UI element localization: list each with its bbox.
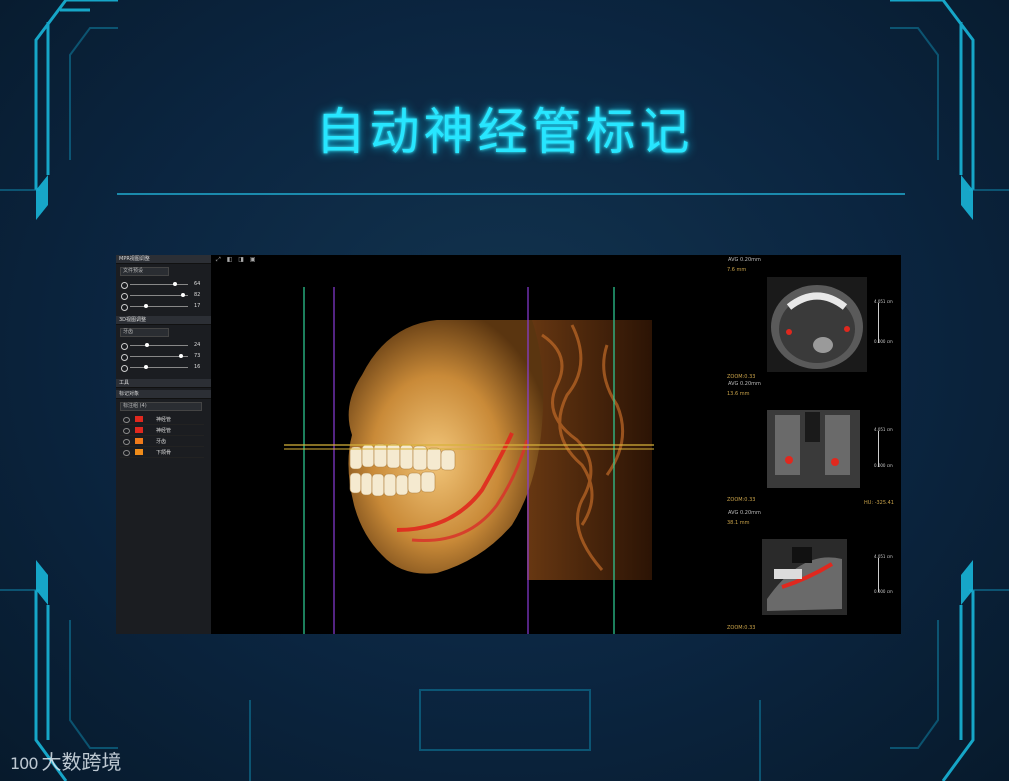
object-name: 神经管 — [156, 417, 172, 423]
slider-track[interactable] — [130, 367, 188, 368]
object-row[interactable]: 神经管 — [120, 425, 204, 436]
slice-1-axial-image[interactable] — [767, 277, 867, 372]
object-row[interactable]: 下颌骨 — [120, 447, 204, 458]
object-name: 神经管 — [156, 428, 172, 434]
color-swatch[interactable] — [135, 416, 143, 422]
mpr-sliders: 64 82 17 — [116, 279, 211, 312]
slice-1-mode[interactable]: AVG — [728, 257, 738, 263]
color-swatch[interactable] — [135, 449, 143, 455]
visibility-eye-icon[interactable] — [123, 450, 130, 456]
slice-3-scale-bottom: 0.000 cm — [874, 589, 893, 594]
slider-track[interactable] — [130, 284, 188, 285]
object-list: 神经管 神经管 牙齿 下颌骨 — [116, 414, 211, 458]
color-swatch[interactable] — [135, 427, 143, 433]
slider-knob[interactable] — [145, 343, 150, 347]
slider-value: 82 — [194, 292, 201, 298]
app-screenshot: MPR视图调整 文件预设 64 82 17 3D视图调整 牙齿 24 73 16 工具 … — [116, 255, 901, 634]
slider-value: 64 — [194, 281, 201, 287]
objects-group-select[interactable]: 标注组 (4) — [120, 402, 202, 411]
slider-value: 17 — [194, 303, 201, 309]
skull-render — [284, 287, 654, 634]
slice-3-ruler — [878, 558, 879, 592]
slice-2-depth: 13.6 mm — [727, 391, 750, 397]
slice-3-depth: 38.1 mm — [727, 520, 750, 526]
mpr-preset-select[interactable]: 文件预设 — [120, 267, 169, 276]
slice-2-thickness[interactable]: 0.20mm — [740, 381, 761, 387]
slice-3-thickness[interactable]: 0.20mm — [740, 510, 761, 516]
visibility-eye-icon[interactable] — [123, 439, 130, 445]
slider-track[interactable] — [130, 345, 188, 346]
object-name: 下颌骨 — [156, 450, 172, 456]
slice-3-hu-readout: HU: -325.41 — [864, 500, 894, 506]
brightness-icon — [121, 282, 128, 289]
slice-1-depth: 7.6 mm — [727, 267, 747, 273]
object-name: 牙齿 — [156, 439, 167, 445]
color-swatch[interactable] — [135, 438, 143, 444]
slice-1-ruler — [878, 303, 879, 343]
vr-slider-1[interactable]: 73 — [116, 351, 211, 362]
slider-knob[interactable] — [179, 354, 184, 358]
slice-1-zoom: ZOOM:0.33 — [727, 374, 756, 380]
slider-track[interactable] — [130, 306, 188, 307]
vr-panel-header[interactable]: 3D视图调整 — [116, 316, 211, 325]
mpr-slider-1[interactable]: 82 — [116, 290, 211, 301]
gamma-icon — [121, 304, 128, 311]
slice-3-zoom: ZOOM:0.33 — [727, 625, 756, 631]
slice-panel: AVG 0.20mm 7.6 mm 4.051 cm 0.000 cm ZOOM… — [722, 255, 901, 634]
slice-2-zoom: ZOOM:0.33 — [727, 497, 756, 503]
slider-knob[interactable] — [143, 365, 148, 369]
slice-2-mode[interactable]: AVG — [728, 381, 738, 387]
watermark: 100 大数跨境 — [10, 746, 122, 775]
slice-3-panoramic-image[interactable] — [762, 539, 847, 615]
cervical-spine — [527, 320, 652, 580]
slider-value: 16 — [194, 364, 201, 370]
slice-2-ruler — [878, 431, 879, 467]
title-divider — [117, 193, 905, 195]
slice-2-header[interactable]: AVG 0.20mm — [728, 381, 761, 387]
page-title: 自动神经管标记 — [315, 103, 694, 161]
slider-knob[interactable] — [173, 282, 178, 286]
slice-2-coronal-image[interactable] — [767, 410, 860, 488]
object-row[interactable]: 牙齿 — [120, 436, 204, 447]
vr-sliders: 24 73 16 — [116, 340, 211, 373]
slice-3-header[interactable]: AVG 0.20mm — [728, 510, 761, 516]
viewport-toolbar[interactable]: ⤢ ◧ ◨ ▣ — [216, 256, 258, 264]
watermark-logo: 100 — [10, 754, 39, 773]
slider-knob[interactable] — [181, 293, 186, 297]
tools-panel-header[interactable]: 工具 — [116, 379, 211, 388]
slice-3-mode[interactable]: AVG — [728, 510, 738, 516]
visibility-eye-icon[interactable] — [123, 417, 130, 423]
vr-preset-select[interactable]: 牙齿 — [120, 328, 169, 337]
mpr-slider-2[interactable]: 17 — [116, 301, 211, 312]
slice-1-scale-bottom: 0.000 cm — [874, 339, 893, 344]
brightness-icon — [121, 354, 128, 361]
slider-value: 73 — [194, 353, 201, 359]
contrast-icon — [121, 365, 128, 372]
left-panel: MPR视图调整 文件预设 64 82 17 3D视图调整 牙齿 24 73 16 工具 … — [116, 255, 211, 634]
vr-slider-0[interactable]: 24 — [116, 340, 211, 351]
slice-1-thickness[interactable]: 0.20mm — [740, 257, 761, 263]
opacity-icon — [121, 343, 128, 350]
slider-track[interactable] — [130, 295, 188, 296]
slider-knob[interactable] — [144, 304, 149, 308]
slice-1-header[interactable]: AVG 0.20mm — [728, 257, 761, 263]
slice-1-scale-top: 4.051 cm — [874, 299, 893, 304]
visibility-eye-icon[interactable] — [123, 428, 130, 434]
slice-3-scale-top: 4.051 cm — [874, 554, 893, 559]
slider-value: 24 — [194, 342, 201, 348]
mpr-slider-0[interactable]: 64 — [116, 279, 211, 290]
mpr-panel-header[interactable]: MPR视图调整 — [116, 255, 211, 264]
contrast-icon — [121, 293, 128, 300]
objects-panel-header[interactable]: 标记对象 — [116, 390, 211, 399]
object-row[interactable]: 神经管 — [120, 414, 204, 425]
slice-2-scale-bottom: 0.000 cm — [874, 463, 893, 468]
slice-2-scale-top: 4.051 cm — [874, 427, 893, 432]
vr-slider-2[interactable]: 16 — [116, 362, 211, 373]
watermark-text: 大数跨境 — [41, 750, 122, 774]
3d-viewport[interactable]: ⤢ ◧ ◨ ▣ — [212, 255, 722, 634]
